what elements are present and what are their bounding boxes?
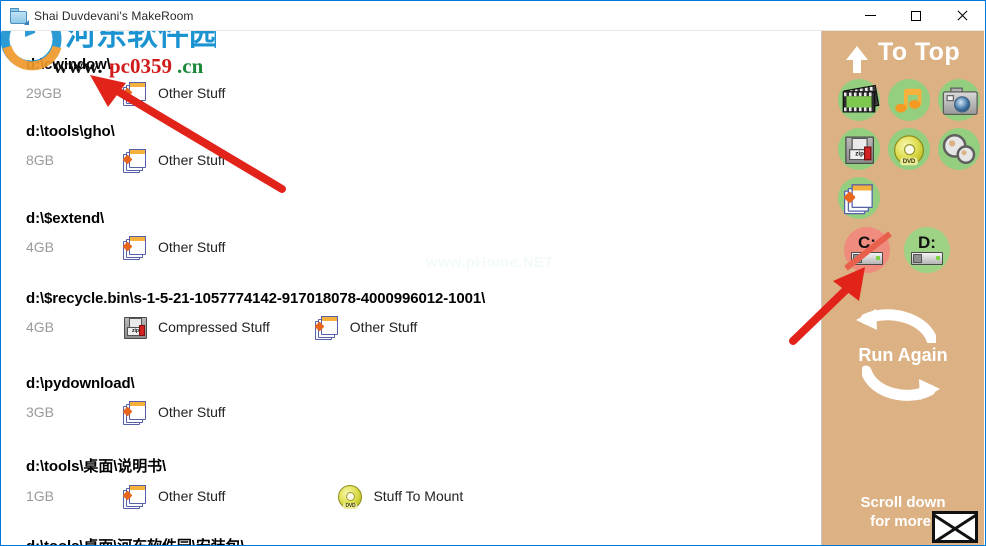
entry-row: 8GB Other Stuff xyxy=(26,147,269,173)
list-item[interactable]: d:\cwindow\ 29GB Other Stuff xyxy=(26,56,269,106)
category-stuff-to-mount[interactable]: DVD Stuff To Mount xyxy=(337,484,464,509)
list-item[interactable]: d:\tools\桌面\说明书\ 1GB Other Stuff DVD Stu… xyxy=(26,455,507,509)
filter-icon-grid: zip DVD xyxy=(822,67,984,219)
category-label: Compressed Stuff xyxy=(158,319,270,335)
filter-compressed-stuff[interactable]: zip xyxy=(838,128,880,170)
other-stuff-icon xyxy=(314,315,340,340)
entry-path: d:\$extend\ xyxy=(26,210,105,227)
refresh-arrow-top-icon xyxy=(844,307,936,343)
drive-toggle-c[interactable]: C: xyxy=(844,227,892,273)
video-stuff-icon xyxy=(842,84,880,114)
results-list[interactable]: d:\cwindow\ 29GB Other Stuff d:\tools\gh… xyxy=(2,30,822,545)
other-stuff-icon xyxy=(122,484,148,509)
category-label: Other Stuff xyxy=(158,152,226,168)
sidebar: To Top zip DVD C: D: Run Again Scroll do… xyxy=(821,30,984,545)
minimize-button[interactable] xyxy=(847,1,893,30)
entry-row: 4GB Other Stuff xyxy=(26,234,269,260)
entry-path: d:\cwindow\ xyxy=(26,56,111,73)
category-other-stuff[interactable]: Other Stuff xyxy=(122,235,226,260)
entry-path: d:\tools\桌面\河东软件园\安装包\ xyxy=(26,535,245,545)
category-other-stuff[interactable]: Other Stuff xyxy=(122,148,226,173)
stuff-to-mount-icon: DVD xyxy=(337,484,363,509)
entry-size: 4GB xyxy=(26,319,55,335)
window-title: Shai Duvdevani's MakeRoom xyxy=(34,8,194,23)
category-label: Other Stuff xyxy=(158,85,226,101)
other-stuff-icon xyxy=(843,183,876,215)
entry-row: 29GB Other Stuff xyxy=(26,80,269,106)
list-item[interactable]: d:\pydownload\ 3GB Other Stuff xyxy=(26,375,269,425)
other-stuff-icon xyxy=(122,235,148,260)
drive-filter-row: C: D: xyxy=(822,219,984,273)
folder-icon xyxy=(10,7,29,25)
arrow-up-icon xyxy=(846,45,868,73)
entry-size: 3GB xyxy=(26,404,55,420)
maximize-icon xyxy=(911,10,921,21)
filter-video-stuff[interactable] xyxy=(838,79,880,121)
program-stuff-icon xyxy=(942,134,976,164)
app-window: Shai Duvdevani's MakeRoom d:\cwindow\ 29… xyxy=(0,0,986,546)
picture-stuff-icon xyxy=(942,87,978,115)
maximize-button[interactable] xyxy=(893,1,939,30)
titlebar: Shai Duvdevani's MakeRoom xyxy=(1,1,985,31)
entry-row: 3GB Other Stuff xyxy=(26,399,269,425)
category-label: Other Stuff xyxy=(158,239,226,255)
category-compressed-stuff[interactable]: zip Compressed Stuff xyxy=(122,315,270,339)
other-stuff-icon xyxy=(122,81,148,106)
minimize-icon xyxy=(864,15,876,16)
other-stuff-icon xyxy=(122,148,148,173)
category-other-stuff[interactable]: Other Stuff xyxy=(122,400,226,425)
run-again-button[interactable]: Run Again xyxy=(822,307,984,403)
category-other-stuff[interactable]: Other Stuff xyxy=(314,315,418,340)
entry-size: 8GB xyxy=(26,152,55,168)
hard-drive-icon xyxy=(911,252,943,265)
close-icon xyxy=(956,10,968,22)
filter-other-stuff[interactable] xyxy=(838,177,880,219)
stuff-to-mount-icon: DVD xyxy=(893,134,926,166)
compressed-stuff-icon: zip xyxy=(843,134,876,164)
list-item[interactable]: d:\$extend\ 4GB Other Stuff xyxy=(26,210,269,260)
category-other-stuff[interactable]: Other Stuff xyxy=(122,81,226,106)
window-controls xyxy=(847,1,985,30)
entry-size: 1GB xyxy=(26,488,55,504)
entry-path: d:\tools\gho\ xyxy=(26,123,115,140)
compressed-stuff-icon: zip xyxy=(122,315,148,339)
category-label: Stuff To Mount xyxy=(373,488,464,504)
filter-picture-stuff[interactable] xyxy=(938,79,980,121)
category-label: Other Stuff xyxy=(158,488,226,504)
refresh-arrow-bottom-icon xyxy=(862,363,954,403)
other-stuff-icon xyxy=(122,400,148,425)
envelope-icon[interactable] xyxy=(932,511,978,543)
list-item[interactable]: d:\tools\桌面\河东软件园\安装包\ xyxy=(26,535,245,545)
entry-path: d:\pydownload\ xyxy=(26,375,135,392)
category-label: Other Stuff xyxy=(349,319,418,335)
entry-size: 4GB xyxy=(26,239,55,255)
entry-path: d:\$recycle.bin\s-1-5-21-1057774142-9170… xyxy=(26,290,486,307)
filter-program-stuff[interactable] xyxy=(938,128,980,170)
list-item[interactable]: d:\$recycle.bin\s-1-5-21-1057774142-9170… xyxy=(26,290,485,340)
to-top-label: To Top xyxy=(878,38,960,66)
drive-toggle-d[interactable]: D: xyxy=(904,227,950,273)
filter-stuff-to-mount[interactable]: DVD xyxy=(888,128,930,170)
filter-music-stuff[interactable] xyxy=(888,79,930,121)
to-top-button[interactable]: To Top xyxy=(822,38,984,73)
entry-row: 1GB Other Stuff DVD Stuff To Mount xyxy=(26,483,507,509)
close-button[interactable] xyxy=(939,1,985,30)
drive-letter: D: xyxy=(918,233,936,252)
list-item[interactable]: d:\tools\gho\ 8GB Other Stuff xyxy=(26,123,269,173)
scroll-hint-line1: Scroll down xyxy=(860,494,946,511)
category-other-stuff[interactable]: Other Stuff xyxy=(122,484,226,509)
entry-path: d:\tools\桌面\说明书\ xyxy=(26,458,167,475)
entry-row: 4GB zip Compressed Stuff Other Stuff xyxy=(26,314,485,340)
entry-size: 29GB xyxy=(26,85,62,101)
category-label: Other Stuff xyxy=(158,404,226,420)
music-stuff-icon xyxy=(894,85,924,115)
